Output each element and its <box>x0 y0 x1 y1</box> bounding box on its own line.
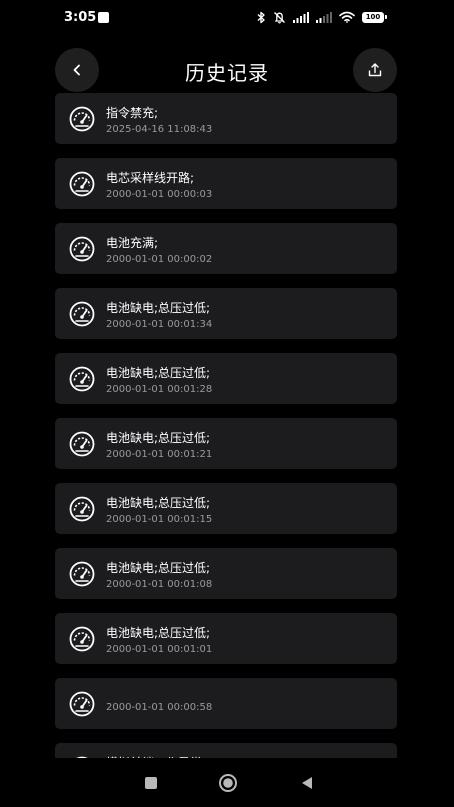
history-record-item[interactable]: 电池充满; 2000-01-01 00:00:02 <box>55 223 397 274</box>
app-notification-icon <box>98 12 109 23</box>
record-timestamp: 2000-01-01 00:00:03 <box>106 189 213 200</box>
back-nav-button[interactable] <box>296 772 318 794</box>
speedometer-gauge-icon <box>69 626 95 652</box>
export-button[interactable] <box>353 48 397 92</box>
speedometer-gauge-icon <box>69 301 95 327</box>
record-timestamp: 2000-01-01 00:00:02 <box>106 254 213 265</box>
record-timestamp: 2000-01-01 00:01:01 <box>106 644 213 655</box>
record-timestamp: 2000-01-01 00:01:34 <box>106 319 213 330</box>
system-nav-bar <box>0 758 454 807</box>
battery-level: 100 <box>365 12 381 21</box>
mute-icon <box>274 11 285 23</box>
home-icon <box>219 774 237 792</box>
history-record-item[interactable]: 电芯采样线开路; 2000-01-01 00:00:03 <box>55 158 397 209</box>
history-record-item[interactable]: 电池缺电;总压过低; 2000-01-01 00:01:15 <box>55 483 397 534</box>
record-timestamp: 2000-01-01 00:01:15 <box>106 514 213 525</box>
record-timestamp: 2000-01-01 00:01:08 <box>106 579 213 590</box>
record-title: 电池缺电;总压过低; <box>106 301 211 315</box>
header: 历史记录 <box>0 44 454 96</box>
status-icons: 100 <box>257 9 387 25</box>
wifi-icon <box>339 11 355 23</box>
speedometer-gauge-icon <box>69 171 95 197</box>
record-timestamp: 2000-01-01 00:01:28 <box>106 384 213 395</box>
speedometer-gauge-icon <box>69 496 95 522</box>
history-record-item[interactable]: 电池缺电;总压过低; 2000-01-01 00:01:28 <box>55 353 397 404</box>
bluetooth-icon <box>257 11 265 23</box>
record-timestamp: 2000-01-01 00:00:58 <box>106 702 213 713</box>
share-upload-icon <box>368 63 382 77</box>
status-time: 3:05 <box>64 10 97 25</box>
history-record-list[interactable]: 指令禁充; 2025-04-16 11:08:43 电芯采样线开路; 2000-… <box>55 93 399 758</box>
signal-icon <box>293 11 309 23</box>
speedometer-gauge-icon <box>69 691 95 717</box>
record-timestamp: 2000-01-01 00:01:21 <box>106 449 213 460</box>
history-record-item[interactable]: 电池缺电;总压过低; 2000-01-01 00:01:21 <box>55 418 397 469</box>
speedometer-gauge-icon <box>69 561 95 587</box>
history-record-item[interactable]: 电池缺电;总压过低; 2000-01-01 00:01:34 <box>55 288 397 339</box>
record-title: 电池缺电;总压过低; <box>106 366 211 380</box>
record-title: 电池缺电;总压过低; <box>106 561 211 575</box>
history-record-item[interactable]: 电池缺电;总压过低; 2000-01-01 00:01:01 <box>55 613 397 664</box>
record-title: 电芯采样线开路; <box>106 171 195 185</box>
history-record-item[interactable]: 模拟前端工作异常 <box>55 743 397 758</box>
history-record-item[interactable]: 指令禁充; 2025-04-16 11:08:43 <box>55 93 397 144</box>
record-title: 电池缺电;总压过低; <box>106 626 211 640</box>
speedometer-gauge-icon <box>69 431 95 457</box>
back-triangle-icon <box>302 777 312 789</box>
speedometer-gauge-icon <box>69 106 95 132</box>
signal-icon-secondary <box>316 11 332 23</box>
status-bar: 3:05 100 <box>0 0 454 36</box>
recent-apps-button[interactable] <box>140 772 162 794</box>
history-record-item[interactable]: 2000-01-01 00:00:58 <box>55 678 397 729</box>
speedometer-gauge-icon <box>69 366 95 392</box>
record-title: 电池缺电;总压过低; <box>106 431 211 445</box>
record-timestamp: 2025-04-16 11:08:43 <box>106 124 213 135</box>
home-button[interactable] <box>217 772 239 794</box>
battery-icon: 100 <box>362 11 387 23</box>
record-title: 电池缺电;总压过低; <box>106 496 211 510</box>
recent-apps-icon <box>145 777 157 789</box>
history-record-item[interactable]: 电池缺电;总压过低; 2000-01-01 00:01:08 <box>55 548 397 599</box>
record-title: 指令禁充; <box>106 106 159 120</box>
record-title: 电池充满; <box>106 236 159 250</box>
speedometer-gauge-icon <box>69 236 95 262</box>
